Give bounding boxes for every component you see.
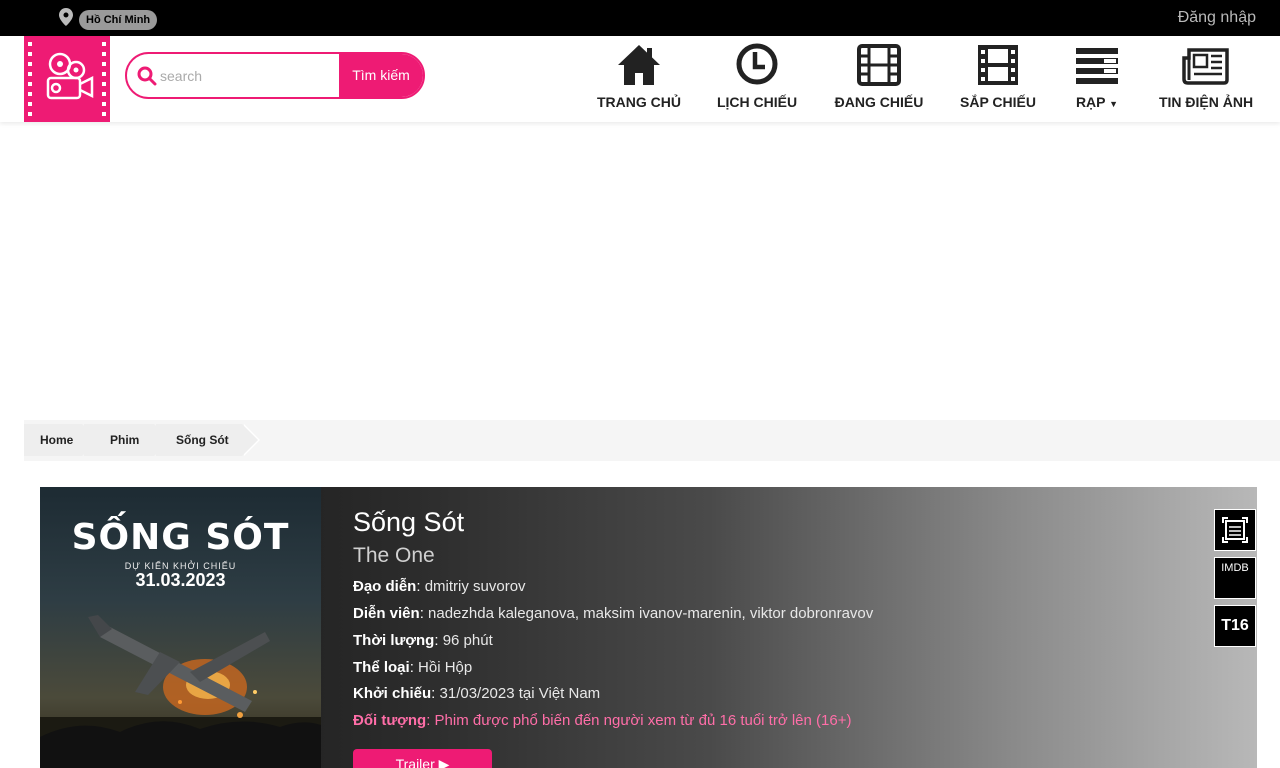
movie-title: Sống Sót [353,507,465,537]
search-button[interactable]: Tìm kiếm [339,54,423,97]
director-row: Đạo diễn: dmitriy suvorov [353,578,526,595]
nav-cinemas-label: RẠP [1075,94,1106,110]
nav-label: TRANG CHỦ [597,94,681,110]
nav-label: ĐANG CHIẾU [834,94,924,110]
clock-icon [736,43,778,85]
director-value: dmitriy suvorov [424,578,526,595]
location-pin-icon [59,8,73,26]
genre-row: Thể loại: Hồi Hộp [353,659,473,676]
caret-down-icon: ▼ [1109,99,1119,109]
release-label: Khởi chiếu [353,685,432,702]
duration-row: Thời lượng: 96 phút [353,632,493,649]
duration-label: Thời lượng [353,632,435,649]
director-label: Đạo diễn [353,578,417,595]
nav-now-showing[interactable]: ĐANG CHIẾU [832,36,926,122]
age-rating-badge: T16 [1214,605,1256,647]
list-icon [1076,48,1118,84]
newspaper-icon [1182,48,1229,85]
nav-label: SẮP CHIẾU [960,94,1036,110]
site-logo[interactable] [24,36,110,122]
main-header: Tìm kiếm TRANG CHỦ LỊCH CHIẾU ĐANG CHIẾU [0,36,1280,122]
audience-label: Đối tượng [353,712,427,729]
top-bar: Hồ Chí Minh Đăng nhập [0,0,1280,36]
fullscreen-button[interactable] [1214,509,1256,551]
nav-cinemas[interactable]: RẠP ▼ [1066,36,1128,122]
city-selector[interactable]: Hồ Chí Minh [79,10,158,30]
poster-date: 31.03.2023 [135,570,226,590]
search-icon[interactable] [137,66,157,86]
movie-original-title: The One [353,544,435,567]
breadcrumb: Home Phim Sống Sót [24,420,1280,461]
poster-title: SỐNG SÓT [71,517,290,558]
cast-row: Diễn viên: nadezhda kaleganova, maksim i… [353,605,874,622]
nav-schedule[interactable]: LỊCH CHIẾU [712,36,802,122]
breadcrumb-home[interactable]: Home [24,424,100,456]
login-link[interactable]: Đăng nhập [1178,9,1256,27]
nav-movie-news[interactable]: TIN ĐIỆN ẢNH [1152,36,1260,122]
breadcrumb-movies[interactable]: Phim [84,424,172,456]
nav-coming-soon[interactable]: SẮP CHIẾU [955,36,1041,122]
audience-row: Đối tượng: Phim được phổ biến đến người … [353,712,852,729]
search-input[interactable] [160,54,340,97]
cast-value: nadezhda kaleganova, maksim ivanov-maren… [428,605,874,622]
release-value: 31/03/2023 tại Việt Nam [439,685,601,702]
film-icon [857,44,901,86]
cast-label: Diễn viên [353,605,420,622]
genre-label: Thể loại [353,659,410,676]
nav-home[interactable]: TRANG CHỦ [592,36,686,122]
projector-logo-icon [28,42,106,116]
movie-poster: SỐNG SÓT DỰ KIẾN KHỞI CHIẾU 31.03.2023 [40,487,321,768]
duration-value: 96 phút [442,632,493,649]
imdb-badge[interactable]: IMDB [1214,557,1256,599]
nav-label: TIN ĐIỆN ẢNH [1158,94,1254,110]
search-box: Tìm kiếm [125,52,425,99]
trailer-button[interactable]: Trailer ▶ [353,749,492,768]
audience-value: Phim được phổ biến đến người xem từ đủ 1… [434,712,852,729]
film-strip-icon [978,45,1018,85]
breadcrumb-current: Sống Sót [156,424,260,456]
nav-label: LỊCH CHIẾU [716,94,798,110]
movie-detail-panel: SỐNG SÓT DỰ KIẾN KHỞI CHIẾU 31.03.2023 S… [40,487,1257,768]
fullscreen-icon [1222,517,1248,543]
genre-value: Hồi Hộp [418,659,473,676]
home-icon [618,45,660,85]
release-row: Khởi chiếu: 31/03/2023 tại Việt Nam [353,685,601,702]
nav-label: RẠP ▼ [1066,94,1128,110]
